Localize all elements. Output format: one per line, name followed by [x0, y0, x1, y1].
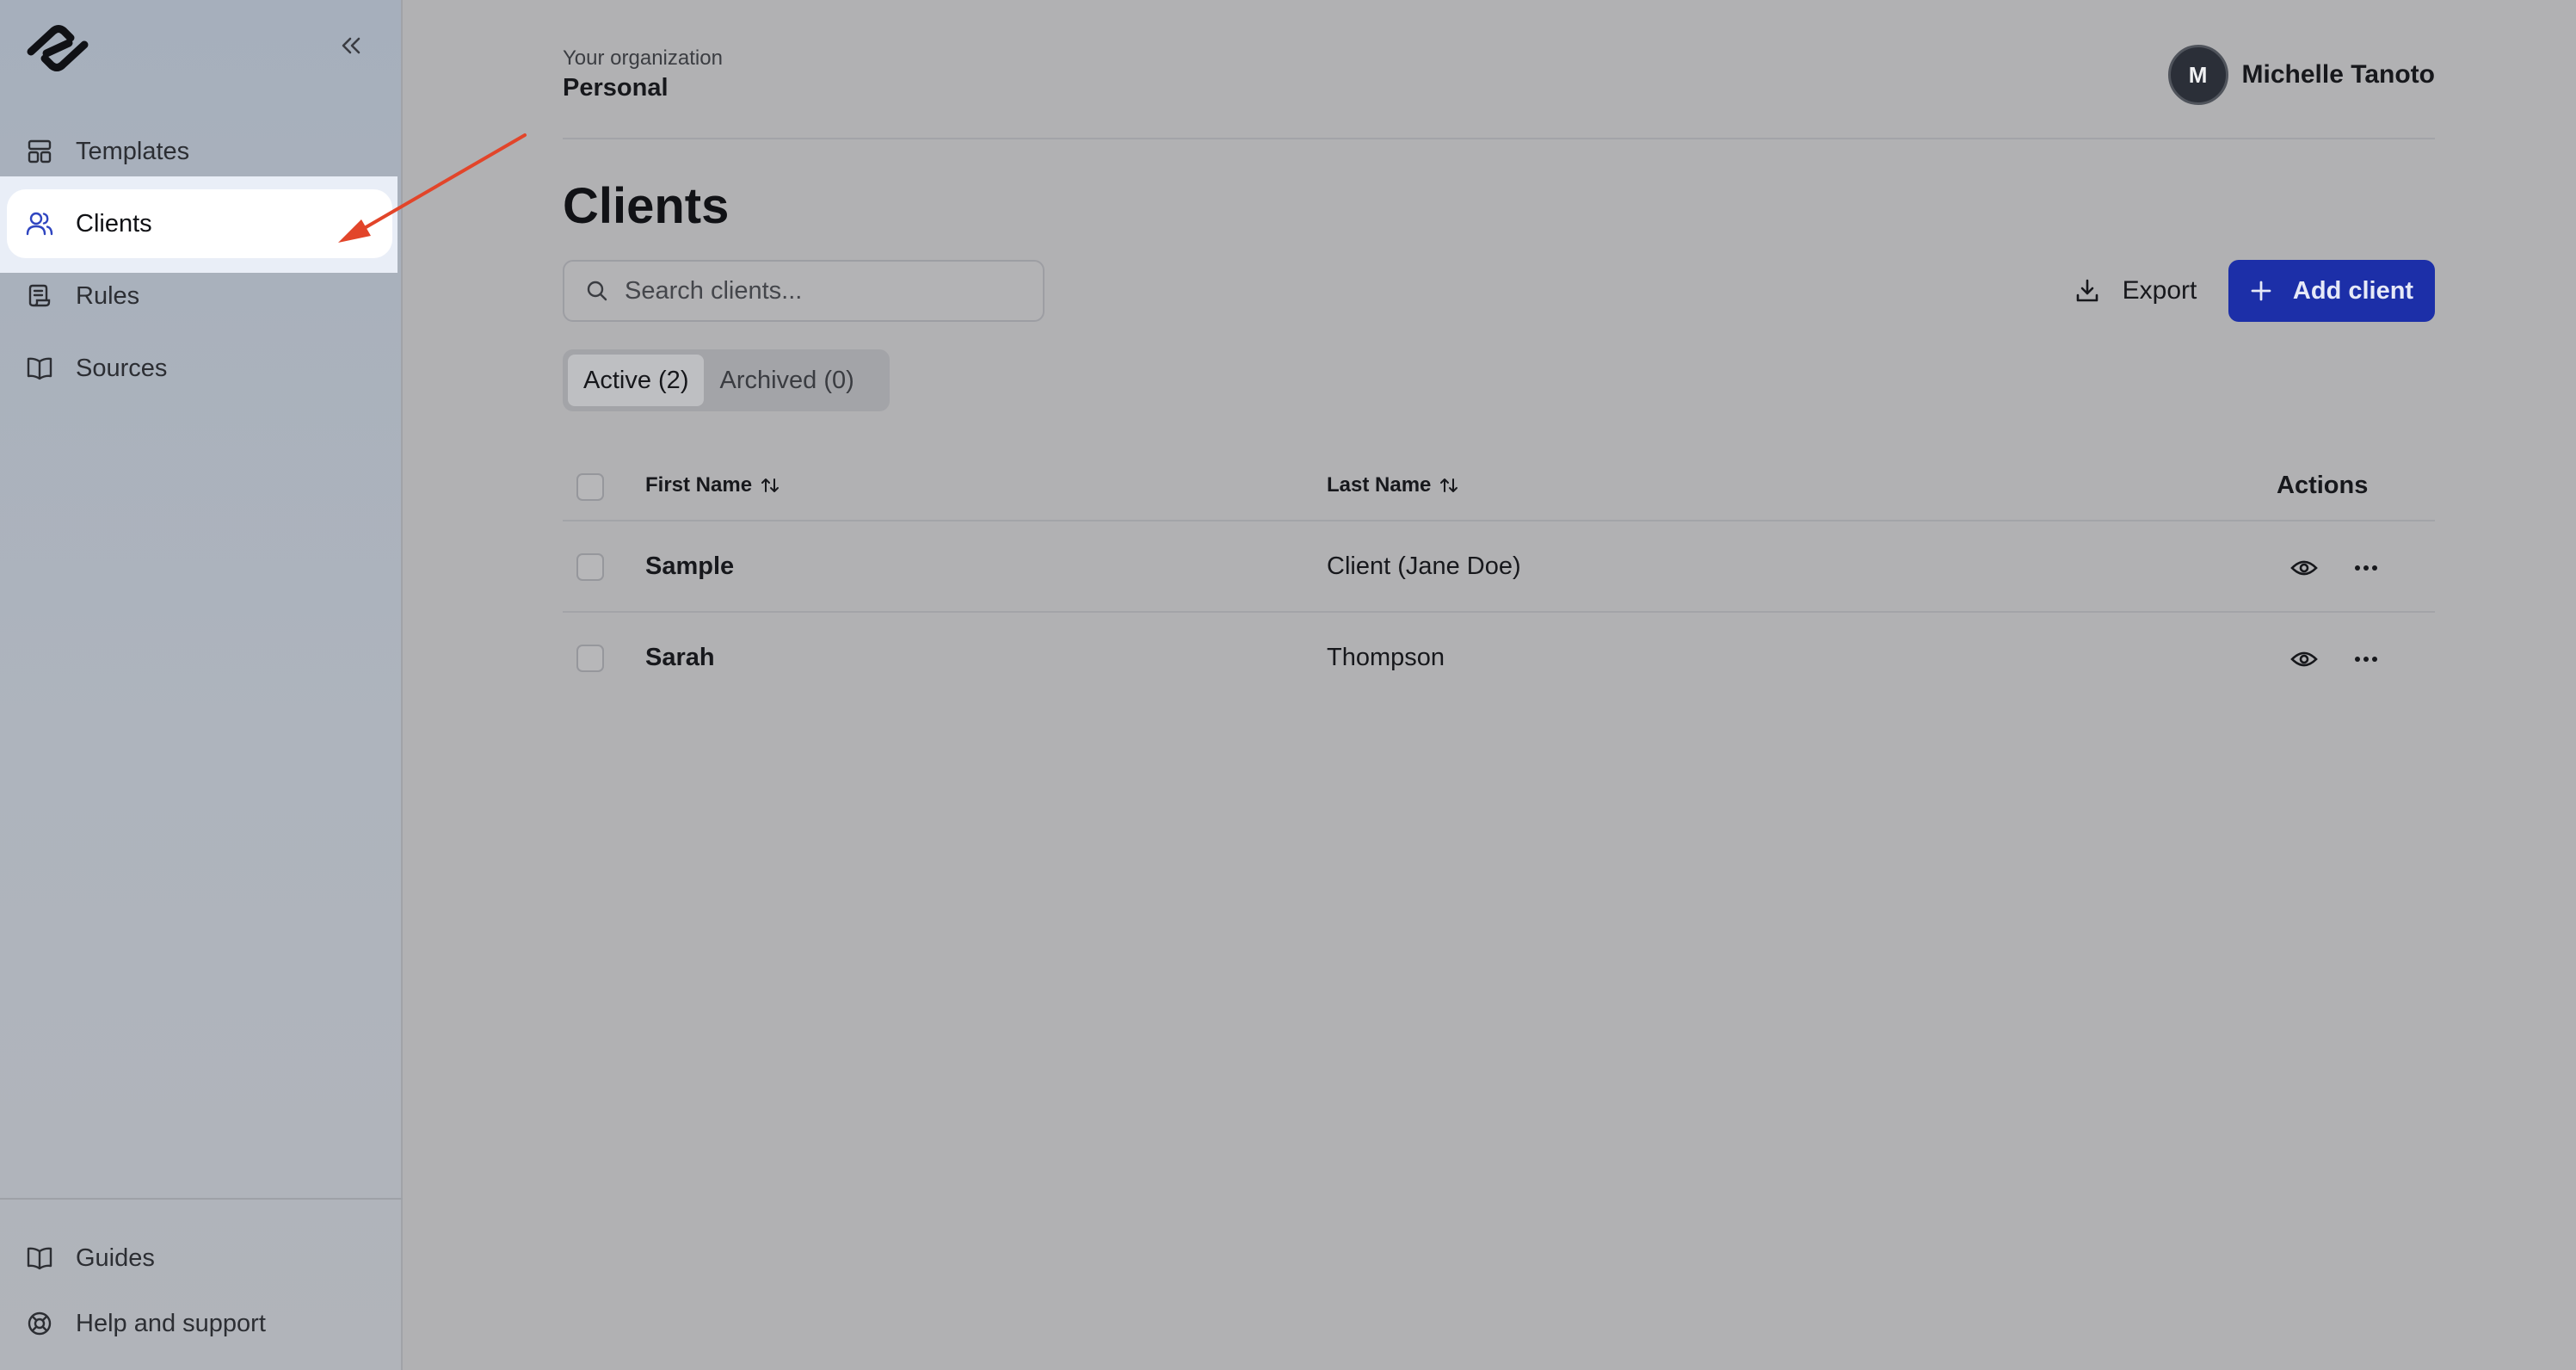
- users-icon: [24, 208, 55, 239]
- search-icon: [585, 279, 609, 303]
- sidebar-item-label: Help and support: [76, 1309, 266, 1337]
- view-icon[interactable]: [2285, 640, 2323, 678]
- org-selector[interactable]: Personal: [563, 74, 669, 102]
- sidebar: Templates Clients Rules Sources Guides H…: [0, 0, 403, 1370]
- export-button[interactable]: Export: [2061, 260, 2209, 322]
- header-divider: [563, 138, 2435, 139]
- search-box[interactable]: [563, 260, 1045, 322]
- collapse-sidebar-button[interactable]: [334, 33, 368, 62]
- avatar: M: [2167, 45, 2228, 105]
- user-menu[interactable]: M Michelle Tanoto: [2167, 45, 2435, 105]
- layout-icon: [24, 136, 55, 167]
- chevrons-left-icon: [340, 35, 362, 60]
- scroll-icon: [24, 281, 55, 312]
- tab-archived[interactable]: Archived (0): [704, 355, 869, 406]
- add-client-button[interactable]: Add client: [2228, 260, 2435, 322]
- row-checkbox[interactable]: [576, 645, 604, 672]
- sort-icon: [1439, 476, 1458, 495]
- user-name: Michelle Tanoto: [2241, 60, 2435, 89]
- sidebar-divider: [0, 1198, 403, 1200]
- cell-first-name: Sample: [645, 552, 735, 580]
- tab-active[interactable]: Active (2): [568, 355, 705, 406]
- book-open-icon: [24, 1243, 55, 1274]
- sidebar-item-rules[interactable]: Rules: [7, 262, 392, 330]
- column-header-actions: Actions: [2277, 472, 2369, 499]
- org-caption: Your organization: [563, 46, 723, 70]
- column-label: First Name: [645, 473, 753, 497]
- plus-icon: [2250, 280, 2272, 302]
- sidebar-item-help[interactable]: Help and support: [7, 1289, 392, 1358]
- more-options-icon[interactable]: [2347, 549, 2385, 587]
- sidebar-item-clients[interactable]: Clients: [7, 189, 392, 258]
- cell-first-name: Sarah: [645, 644, 715, 671]
- life-buoy-icon: [24, 1308, 55, 1339]
- sidebar-item-sources[interactable]: Sources: [7, 334, 392, 403]
- row-checkbox[interactable]: [576, 553, 604, 581]
- sidebar-item-guides[interactable]: Guides: [7, 1224, 392, 1293]
- cell-last-name: Client (Jane Doe): [1327, 552, 1521, 580]
- sidebar-item-templates[interactable]: Templates: [7, 117, 392, 186]
- sidebar-item-label: Sources: [76, 354, 168, 382]
- sidebar-item-label: Guides: [76, 1243, 155, 1272]
- add-client-label: Add client: [2292, 276, 2414, 305]
- cell-last-name: Thompson: [1327, 644, 1445, 671]
- row-divider: [563, 611, 2435, 613]
- column-label: Last Name: [1327, 473, 1432, 497]
- export-label: Export: [2122, 276, 2197, 305]
- select-all-checkbox[interactable]: [576, 473, 604, 501]
- app-logo[interactable]: [19, 19, 96, 77]
- table-header-divider: [563, 520, 2435, 521]
- more-options-icon[interactable]: [2347, 640, 2385, 678]
- column-header-last-name[interactable]: Last Name: [1327, 473, 1458, 497]
- view-icon[interactable]: [2285, 549, 2323, 587]
- page-title: Clients: [563, 178, 730, 234]
- download-icon: [2074, 278, 2100, 304]
- book-open-icon: [24, 353, 55, 384]
- status-tabs: Active (2) Archived (0): [563, 349, 890, 411]
- sidebar-item-label: Rules: [76, 281, 140, 310]
- sidebar-item-label: Templates: [76, 137, 190, 165]
- column-header-first-name[interactable]: First Name: [645, 473, 780, 497]
- sidebar-item-label: Clients: [76, 209, 152, 238]
- search-input[interactable]: [625, 276, 1020, 305]
- sort-icon: [761, 476, 780, 495]
